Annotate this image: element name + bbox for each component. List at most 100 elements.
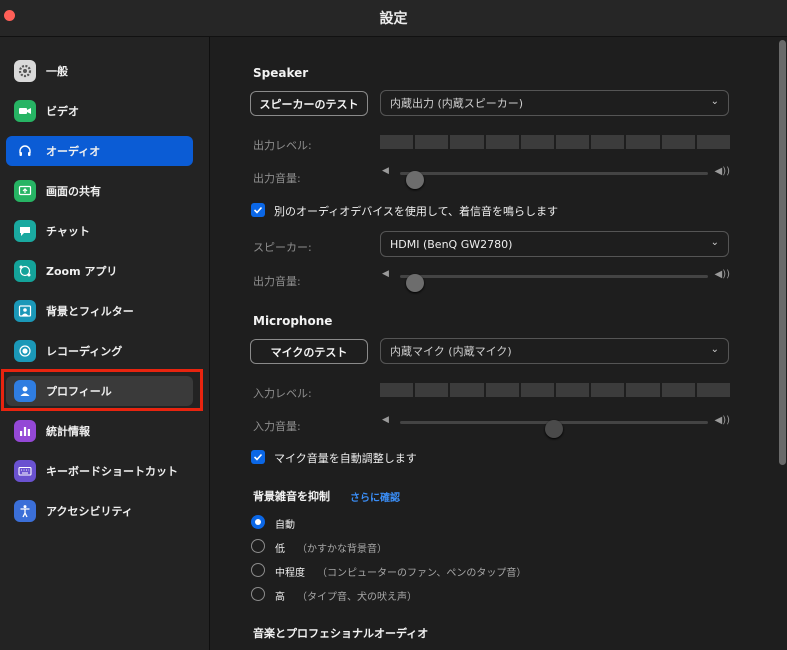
ringtone-speaker-select[interactable]: HDMI (BenQ GW2780) ⌄ (380, 231, 729, 257)
volume-low-icon: ◀ (382, 269, 389, 279)
accessibility-icon (14, 500, 36, 522)
chat-bubble-icon (14, 220, 36, 242)
output-level-meter (380, 135, 731, 149)
title-bar: 設定 (0, 0, 787, 37)
option-label: 自動 (275, 520, 295, 531)
output-level-label: 出力レベル: (253, 139, 312, 152)
volume-high-icon: ◀)) (714, 269, 731, 280)
sidebar-item-statistics[interactable]: 統計情報 (6, 416, 193, 446)
auto-adjust-mic-label[interactable]: マイク音量を自動調整します (274, 450, 417, 466)
sidebar-item-audio[interactable]: オーディオ (6, 136, 193, 166)
option-note: （かすかな背景音） (297, 544, 387, 555)
option-label: 中程度 (275, 568, 305, 579)
chevron-down-icon: ⌄ (710, 237, 719, 248)
option-label: 低 (275, 544, 285, 555)
volume-low-icon: ◀ (382, 166, 389, 176)
apps-icon (14, 260, 36, 282)
music-audio-title: 音楽とプロフェショナルオーディオ (253, 627, 429, 640)
sidebar-item-zoom-apps[interactable]: Zoom アプリ (6, 256, 193, 286)
input-volume-label: 入力音量: (253, 420, 301, 433)
sidebar-item-label: キーボードショートカット (46, 465, 178, 478)
checkmark-icon (253, 453, 263, 461)
share-screen-icon (14, 180, 36, 202)
learn-more-link[interactable]: さらに確認 (350, 489, 400, 504)
input-level-meter (380, 383, 731, 397)
slider-track (400, 274, 708, 292)
sidebar-item-label: ビデオ (46, 105, 79, 118)
microphone-device-value: 内蔵マイク (内蔵マイク) (390, 345, 512, 358)
microphone-section-title: Microphone (253, 314, 333, 328)
sidebar-item-label: チャット (46, 225, 90, 238)
sidebar-item-label: アクセシビリティ (46, 505, 133, 518)
keyboard-icon (14, 460, 36, 482)
window-title: 設定 (379, 11, 408, 27)
slider-knob[interactable] (406, 171, 425, 189)
noise-auto-radio[interactable] (251, 515, 265, 529)
slider-knob[interactable] (545, 420, 563, 438)
sidebar: 一般 ビデオ オーディオ 画面の共有 チャット Zoom アプリ 背景とフィルタ… (0, 37, 210, 650)
chevron-down-icon: ⌄ (710, 344, 719, 355)
sidebar-item-general[interactable]: 一般 (6, 56, 193, 86)
sidebar-item-label: 画面の共有 (46, 185, 101, 198)
slider-track (400, 420, 708, 438)
ringtone-volume-slider[interactable]: ◀ ◀)) (382, 269, 731, 292)
noise-high-option[interactable]: 高 （タイプ音、犬の吠え声） (275, 588, 417, 603)
microphone-device-select[interactable]: 内蔵マイク (内蔵マイク) ⌄ (380, 338, 729, 364)
separate-ringtone-checkbox[interactable] (251, 203, 265, 217)
speaker-section-title: Speaker (253, 66, 309, 80)
noise-medium-radio[interactable] (251, 563, 265, 577)
sidebar-item-keyboard-shortcuts[interactable]: キーボードショートカット (6, 456, 193, 486)
noise-low-option[interactable]: 低 （かすかな背景音） (275, 540, 387, 555)
sidebar-item-background-filters[interactable]: 背景とフィルター (6, 296, 193, 326)
speaker-device-value: 内蔵出力 (内蔵スピーカー) (390, 97, 524, 110)
background-icon (14, 300, 36, 322)
sidebar-item-label: レコーディング (46, 345, 123, 358)
input-level-label: 入力レベル: (253, 387, 312, 400)
test-microphone-button[interactable]: マイクのテスト (250, 339, 368, 364)
ringtone-volume-label: 出力音量: (253, 275, 301, 288)
test-speaker-button[interactable]: スピーカーのテスト (250, 91, 368, 116)
option-note: （タイプ音、犬の吠え声） (297, 592, 417, 603)
sidebar-item-video[interactable]: ビデオ (6, 96, 193, 126)
volume-high-icon: ◀)) (714, 415, 731, 426)
sidebar-item-label: 統計情報 (46, 425, 90, 438)
ringtone-speaker-value: HDMI (BenQ GW2780) (390, 237, 513, 251)
sidebar-item-recording[interactable]: レコーディング (6, 336, 193, 366)
input-volume-slider[interactable]: ◀ ◀)) (382, 415, 731, 438)
ringtone-speaker-label: スピーカー: (253, 241, 312, 254)
option-label: 高 (275, 592, 285, 603)
sidebar-item-label: オーディオ (46, 145, 101, 158)
option-note: （コンピューターのファン、ペンのタップ音） (317, 568, 527, 579)
noise-medium-option[interactable]: 中程度 （コンピューターのファン、ペンのタップ音） (275, 564, 526, 579)
sidebar-item-label: Zoom アプリ (46, 265, 118, 278)
speaker-device-select[interactable]: 内蔵出力 (内蔵スピーカー) ⌄ (380, 90, 729, 116)
sidebar-item-share-screen[interactable]: 画面の共有 (6, 176, 193, 206)
noise-auto-option[interactable]: 自動 (275, 516, 295, 531)
noise-low-radio[interactable] (251, 539, 265, 553)
chevron-down-icon: ⌄ (710, 96, 719, 107)
noise-high-radio[interactable] (251, 587, 265, 601)
headphones-icon (14, 140, 36, 162)
video-camera-icon (14, 100, 36, 122)
scrollbar-thumb[interactable] (779, 40, 786, 465)
slider-track (400, 171, 708, 189)
auto-adjust-mic-checkbox[interactable] (251, 450, 265, 464)
separate-ringtone-label[interactable]: 別のオーディオデバイスを使用して、着信音を鳴らします (274, 203, 558, 219)
sidebar-item-chat[interactable]: チャット (6, 216, 193, 246)
noise-suppression-title: 背景雑音を抑制 (253, 490, 330, 503)
sidebar-item-label: 一般 (46, 65, 68, 78)
output-volume-slider[interactable]: ◀ ◀)) (382, 166, 731, 189)
vertical-scrollbar[interactable] (777, 37, 787, 650)
profile-highlight-annotation (1, 369, 203, 411)
slider-knob[interactable] (406, 274, 425, 292)
volume-low-icon: ◀ (382, 415, 389, 425)
output-volume-label: 出力音量: (253, 172, 301, 185)
gear-icon (14, 60, 36, 82)
record-icon (14, 340, 36, 362)
checkmark-icon (253, 206, 263, 214)
bar-chart-icon (14, 420, 36, 442)
audio-settings-panel: Speaker スピーカーのテスト 内蔵出力 (内蔵スピーカー) ⌄ 出力レベル… (210, 37, 787, 650)
sidebar-item-label: 背景とフィルター (46, 305, 134, 318)
volume-high-icon: ◀)) (714, 166, 731, 177)
sidebar-item-accessibility[interactable]: アクセシビリティ (6, 496, 193, 526)
